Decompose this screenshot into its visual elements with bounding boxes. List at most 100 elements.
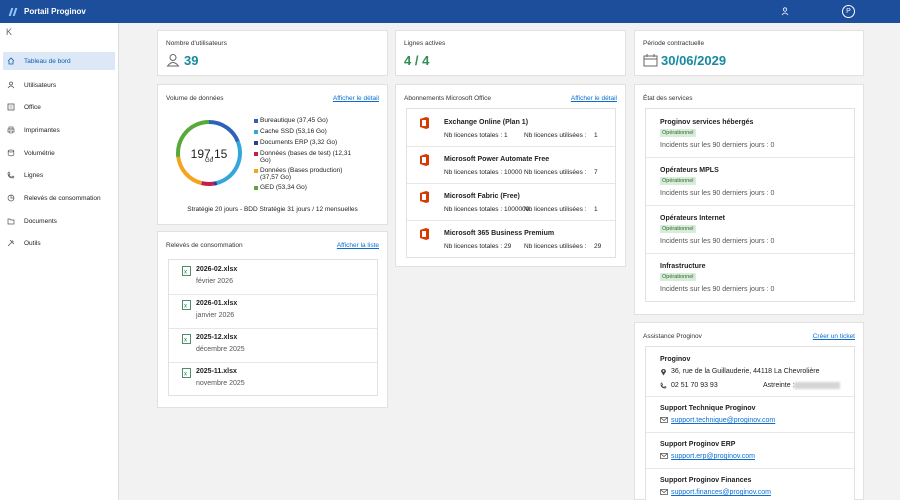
users-stat-label: Nombre d'utilisateurs — [166, 40, 227, 47]
account-icon[interactable] — [781, 7, 789, 16]
list-item: Microsoft Fabric (Free) Nb licences tota… — [407, 183, 615, 220]
volume-title: Volume de données — [166, 95, 224, 102]
phone-icon — [6, 170, 16, 180]
list-item: Proginov services hébergés Opérationnel … — [646, 109, 854, 157]
volume-unit: Go — [204, 158, 213, 164]
list-item[interactable]: x 2025-11.xlsx novembre 2025 — [169, 362, 377, 396]
services-title: État des services — [643, 95, 693, 102]
svg-text:x: x — [184, 270, 187, 276]
license-counts: Nb licences totales : 1000000 Nb licence… — [444, 206, 598, 213]
lines-stat-value: 4 / 4 — [404, 53, 430, 68]
office-detail-link[interactable]: Afficher le détail — [571, 95, 617, 102]
company-name: Proginov — [660, 356, 691, 363]
create-ticket-link[interactable]: Créer un ticket — [813, 333, 855, 340]
legend-item: Bureautique (37,45 Go) — [254, 117, 328, 124]
incidents-text: Incidents sur les 90 derniers jours : 0 — [660, 238, 775, 245]
lines-stat-card: Lignes actives 4 / 4 — [395, 30, 626, 76]
office-logo-icon — [420, 191, 429, 203]
service-name: Proginov services hébergés — [660, 119, 754, 126]
map-pin-icon — [661, 369, 666, 376]
sidebar-item-label: Outils — [24, 239, 41, 247]
incidents-text: Incidents sur les 90 derniers jours : 0 — [660, 190, 775, 197]
sidebar-item-outils[interactable]: Outils — [3, 234, 115, 252]
subscription-name: Microsoft Fabric (Free) — [444, 193, 520, 200]
list-item: Exchange Online (Plan 1) Nb licences tot… — [407, 109, 615, 146]
sidebar-item-lignes[interactable]: Lignes — [3, 166, 115, 184]
subscription-name: Exchange Online (Plan 1) — [444, 119, 529, 126]
folder-icon — [6, 216, 16, 226]
volume-strategy: Stratégie 20 jours - BDD Stratégie 31 jo… — [187, 206, 358, 213]
svg-text:x: x — [184, 372, 187, 378]
service-name: Opérateurs MPLS — [660, 167, 719, 174]
file-date: janvier 2026 — [196, 312, 235, 319]
sidebar-item-label: Relevés de consommation — [24, 194, 101, 202]
document-icon — [6, 102, 16, 112]
chart-icon — [6, 193, 16, 203]
excel-file-icon: x — [182, 300, 191, 310]
status-badge: Opérationnel — [660, 177, 696, 185]
releves-list-link[interactable]: Afficher la liste — [337, 242, 379, 249]
assistance-card: Assistance Proginov Créer un ticket Prog… — [634, 322, 864, 500]
list-item: Microsoft 365 Business Premium Nb licenc… — [407, 220, 615, 257]
sidebar-item-releves[interactable]: Relevés de consommation — [3, 189, 115, 207]
status-badge: Opérationnel — [660, 129, 696, 137]
svg-text:x: x — [184, 338, 187, 344]
list-item: Opérateurs MPLS Opérationnel Incidents s… — [646, 157, 854, 205]
support-email-link[interactable]: support.erp@proginov.com — [671, 453, 755, 460]
list-item[interactable]: x 2026-01.xlsx janvier 2026 — [169, 294, 377, 328]
services-list: Proginov services hébergés Opérationnel … — [645, 108, 855, 302]
file-name: 2026-01.xlsx — [196, 300, 238, 307]
mail-icon — [660, 489, 668, 495]
sidebar-item-label: Lignes — [24, 171, 44, 179]
users-stat-value: 39 — [184, 53, 199, 68]
office-logo-icon — [420, 154, 429, 166]
top-bar: Portail Proginov P — [0, 0, 900, 23]
support-name: Support Proginov Finances — [660, 477, 752, 484]
printer-icon — [6, 125, 16, 135]
period-stat-card: Période contractuelle 30/06/2029 — [634, 30, 864, 76]
collapse-sidebar-icon[interactable]: K — [6, 27, 12, 37]
sidebar-item-tableau-de-bord[interactable]: Tableau de bord — [3, 52, 115, 70]
period-stat-value: 30/06/2029 — [661, 53, 727, 68]
sidebar-item-utilisateurs[interactable]: Utilisateurs — [3, 76, 115, 94]
sidebar-item-imprimantes[interactable]: Imprimantes — [3, 121, 115, 139]
excel-file-icon: x — [182, 368, 191, 378]
license-counts: Nb licences totales : 10000 Nb licences … — [444, 169, 598, 176]
list-item: Microsoft Power Automate Free Nb licence… — [407, 146, 615, 183]
service-name: Opérateurs Internet — [660, 215, 725, 222]
services-card: État des services Proginov services hébe… — [634, 84, 864, 315]
sidebar-item-documents[interactable]: Documents — [3, 212, 115, 230]
lines-stat-label: Lignes actives — [404, 40, 446, 47]
support-email-link[interactable]: support.technique@proginov.com — [671, 417, 775, 424]
period-stat-label: Période contractuelle — [643, 40, 705, 47]
service-name: Infrastructure — [660, 263, 706, 270]
file-date: novembre 2025 — [196, 380, 245, 387]
redacted-astreinte-number — [794, 382, 840, 389]
sidebar-item-volumetrie[interactable]: Volumétrie — [3, 144, 115, 162]
list-item[interactable]: x 2026-02.xlsx février 2026 — [169, 260, 377, 294]
company-phone[interactable]: 02 51 70 93 93 — [671, 382, 718, 389]
tools-icon — [6, 238, 16, 248]
sidebar-item-office[interactable]: Office — [3, 98, 115, 116]
users-stat-card: Nombre d'utilisateurs 39 — [157, 30, 388, 76]
volume-detail-link[interactable]: Afficher le détail — [333, 95, 379, 102]
incidents-text: Incidents sur les 90 derniers jours : 0 — [660, 286, 775, 293]
releves-list: x 2026-02.xlsx février 2026 x 2026-01.xl… — [168, 259, 378, 396]
user-avatar[interactable]: P — [842, 5, 855, 18]
subscription-name: Microsoft Power Automate Free — [444, 156, 550, 163]
support-name: Support Proginov ERP — [660, 441, 736, 448]
legend-item: GED (53,34 Go) — [254, 184, 307, 191]
company-address: 36, rue de la Guillauderie, 44118 La Che… — [671, 368, 820, 375]
office-title: Abonnements Microsoft Office — [404, 95, 491, 102]
mail-icon — [660, 453, 668, 459]
file-name: 2026-02.xlsx — [196, 266, 238, 273]
releves-card: Relevés de consommation Afficher la list… — [157, 231, 388, 408]
file-date: février 2026 — [196, 278, 233, 285]
user-icon — [6, 80, 16, 90]
incidents-text: Incidents sur les 90 derniers jours : 0 — [660, 142, 775, 149]
list-item[interactable]: x 2025-12.xlsx décembre 2025 — [169, 328, 377, 362]
sidebar-item-label: Office — [24, 103, 41, 111]
support-email-link[interactable]: support.finances@proginov.com — [671, 489, 771, 496]
list-item: Infrastructure Opérationnel Incidents su… — [646, 253, 854, 301]
status-badge: Opérationnel — [660, 273, 696, 281]
